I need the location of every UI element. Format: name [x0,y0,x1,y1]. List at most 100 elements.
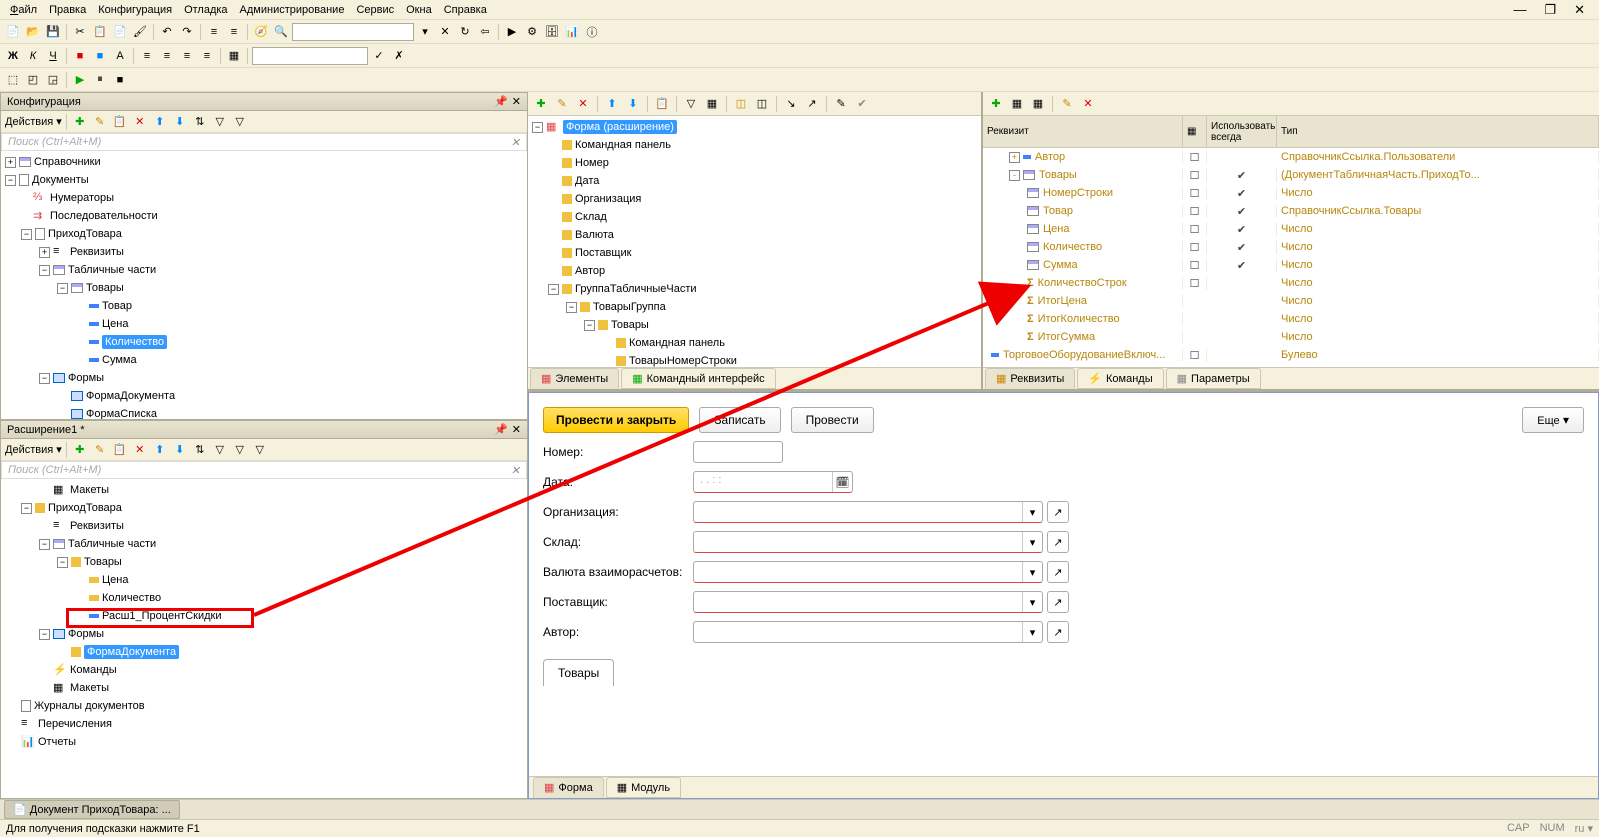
tree-cena[interactable]: Цена [1,315,527,333]
at-col-icon[interactable]: ▦ [1008,95,1026,113]
attr-row[interactable]: Товар☐✔СправочникСсылка.Товары [983,202,1599,220]
open-icon[interactable]: 📂 [24,23,42,41]
align-justify-icon[interactable]: ≡ [198,47,216,65]
ext-del-icon[interactable]: ✕ [131,441,149,459]
ext-rekv[interactable]: ≡Реквизиты [1,517,527,535]
play-icon[interactable]: ▶ [71,71,89,89]
postav-dd-icon[interactable]: ▾ [1022,592,1042,612]
ext-perech[interactable]: ≡Перечисления [1,715,527,733]
italic-icon[interactable]: К [24,47,42,65]
tree-formy[interactable]: −Формы [1,369,527,387]
bgcolor-icon[interactable]: ■ [91,47,109,65]
panel-close-icon[interactable]: ✕ [512,95,521,108]
paste-icon[interactable]: 📄 [111,23,129,41]
pause-icon[interactable]: ⏸ [91,71,109,89]
el-check-icon[interactable]: ✔ [853,95,871,113]
filter2-icon[interactable]: ▽ [211,113,229,131]
status-lang[interactable]: ru ▾ [1575,822,1593,835]
underline-icon[interactable]: Ч [44,47,62,65]
el-grptab[interactable]: −ГруппаТабличныеЧасти [528,280,981,298]
config-search[interactable]: Поиск (Ctrl+Alt+M)✕ [1,133,527,151]
tab-param[interactable]: ▦Параметры [1166,368,1261,389]
tree-tovary[interactable]: −Товары [1,279,527,297]
valuta-open-icon[interactable]: ↗ [1048,562,1068,582]
del2-icon[interactable]: ✕ [131,113,149,131]
avtor-open-icon[interactable]: ↗ [1048,622,1068,642]
tab-kom[interactable]: ⚡Команды [1077,368,1163,389]
el-forma[interactable]: −▦Форма (расширение) [528,118,981,136]
ext-actions-dropdown[interactable]: Действия ▾ [5,443,62,456]
run-icon[interactable]: ▶ [503,23,521,41]
cancel-icon[interactable]: ✗ [390,47,408,65]
menu-help[interactable]: Справка [438,2,493,18]
add-icon[interactable]: ✚ [71,113,89,131]
ext-otchety[interactable]: 📊Отчеты [1,733,527,751]
edit-icon[interactable]: ✎ [91,113,109,131]
ext-copy-icon[interactable]: 📋 [111,441,129,459]
actions-dropdown[interactable]: Действия ▾ [5,115,62,128]
tree-documents[interactable]: −Документы [1,171,527,189]
minimize-button[interactable]: — [1507,0,1532,20]
attr-row[interactable]: НомерСтроки☐✔Число [983,184,1599,202]
el-up-icon[interactable]: ⬆ [603,95,621,113]
attr-row[interactable]: ТорговоеОборудованиеВключ...☐Булево [983,346,1599,364]
post-button[interactable]: Провести [791,407,874,433]
font-icon[interactable]: A [111,47,129,65]
bottom-tab-modul[interactable]: ▦Модуль [606,777,681,798]
el-a2-icon[interactable]: ↗ [803,95,821,113]
align-left-icon[interactable]: ≡ [138,47,156,65]
attr-row[interactable]: ΣИтогЦенаЧисло [983,292,1599,310]
filter3-icon[interactable]: ▽ [231,113,249,131]
ext-rassh[interactable]: Расш1_ПроцентСкидки [1,607,527,625]
bold-icon[interactable]: Ж [4,47,22,65]
el-add-icon[interactable]: ✚ [532,95,550,113]
align-right-icon[interactable]: ≡ [178,47,196,65]
tree-formalist[interactable]: ФормаСписка [1,405,527,419]
input-valuta[interactable] [694,562,1022,582]
attr-row[interactable]: Сумма☐✔Число [983,256,1599,274]
refresh-icon[interactable]: ↻ [456,23,474,41]
sort-icon[interactable]: ⇅ [191,113,209,131]
attr-row[interactable]: -Товары☐✔(ДокументТабличнаяЧасть.ПриходТ… [983,166,1599,184]
menu-edit[interactable]: Правка [43,2,92,18]
ext-edit-icon[interactable]: ✎ [91,441,109,459]
calc-icon[interactable]: 📊 [563,23,581,41]
pin-icon[interactable]: 📌 [494,95,508,108]
el-tovgrp[interactable]: −ТоварыГруппа [528,298,981,316]
up-icon[interactable]: ⬆ [151,113,169,131]
attr-row[interactable]: Количество☐✔Число [983,238,1599,256]
ext-kolvo[interactable]: Количество [1,589,527,607]
ext-zhurnaly[interactable]: Журналы документов [1,697,527,715]
merge-icon[interactable]: ▦ [225,47,243,65]
ext-makety[interactable]: ▦Макеты [1,481,527,499]
menu-config[interactable]: Конфигурация [92,2,178,18]
attr-row[interactable]: Цена☐✔Число [983,220,1599,238]
org-dd-icon[interactable]: ▾ [1022,502,1042,522]
ext-formadoc[interactable]: ФормаДокумента [1,643,527,661]
sklad-open-icon[interactable]: ↗ [1048,532,1068,552]
ext-formy[interactable]: −Формы [1,625,527,643]
tab-elements[interactable]: ▦Элементы [530,368,619,389]
input-avtor[interactable] [694,622,1022,642]
cut-icon[interactable]: ✂ [71,23,89,41]
list-icon[interactable]: ≡ [205,23,223,41]
list2-icon[interactable]: ≡ [225,23,243,41]
close-button[interactable]: ✕ [1568,0,1591,20]
color-icon[interactable]: ■ [71,47,89,65]
ext-sort-icon[interactable]: ⇅ [191,441,209,459]
tree-formadoc[interactable]: ФормаДокумента [1,387,527,405]
attr-row[interactable]: ΣКоличествоСтрок☐Число [983,274,1599,292]
tree-rekv[interactable]: +≡Реквизиты [1,243,527,261]
input-postav[interactable] [694,592,1022,612]
nav-icon[interactable]: 🧭 [252,23,270,41]
tree-summa[interactable]: Сумма [1,351,527,369]
at-add-icon[interactable]: ✚ [987,95,1005,113]
t3-2-icon[interactable]: ◰ [24,71,42,89]
at-del-icon[interactable]: ✕ [1079,95,1097,113]
postav-open-icon[interactable]: ↗ [1048,592,1068,612]
t3-3-icon[interactable]: ◲ [44,71,62,89]
down-icon[interactable]: ⬇ [171,113,189,131]
tree-prihod[interactable]: −ПриходТовара [1,225,527,243]
ext-add-icon[interactable]: ✚ [71,441,89,459]
valuta-dd-icon[interactable]: ▾ [1022,562,1042,582]
